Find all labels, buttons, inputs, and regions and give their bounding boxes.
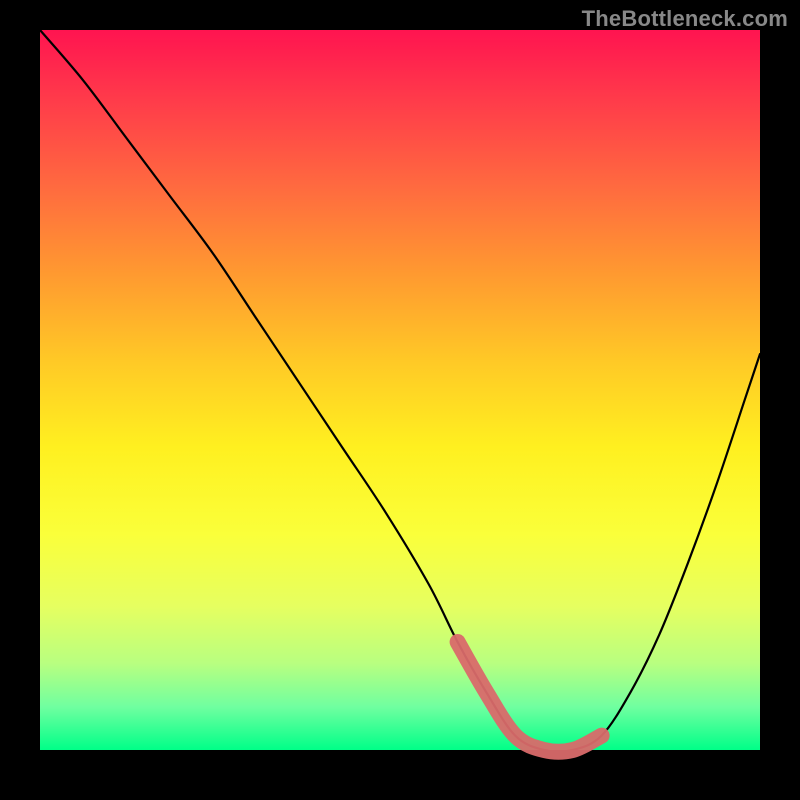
bottleneck-curve	[40, 30, 760, 752]
curve-highlight	[458, 642, 602, 752]
plot-area	[40, 30, 760, 750]
curve-svg	[40, 30, 760, 750]
watermark-text: TheBottleneck.com	[582, 6, 788, 32]
chart-frame: TheBottleneck.com	[0, 0, 800, 800]
